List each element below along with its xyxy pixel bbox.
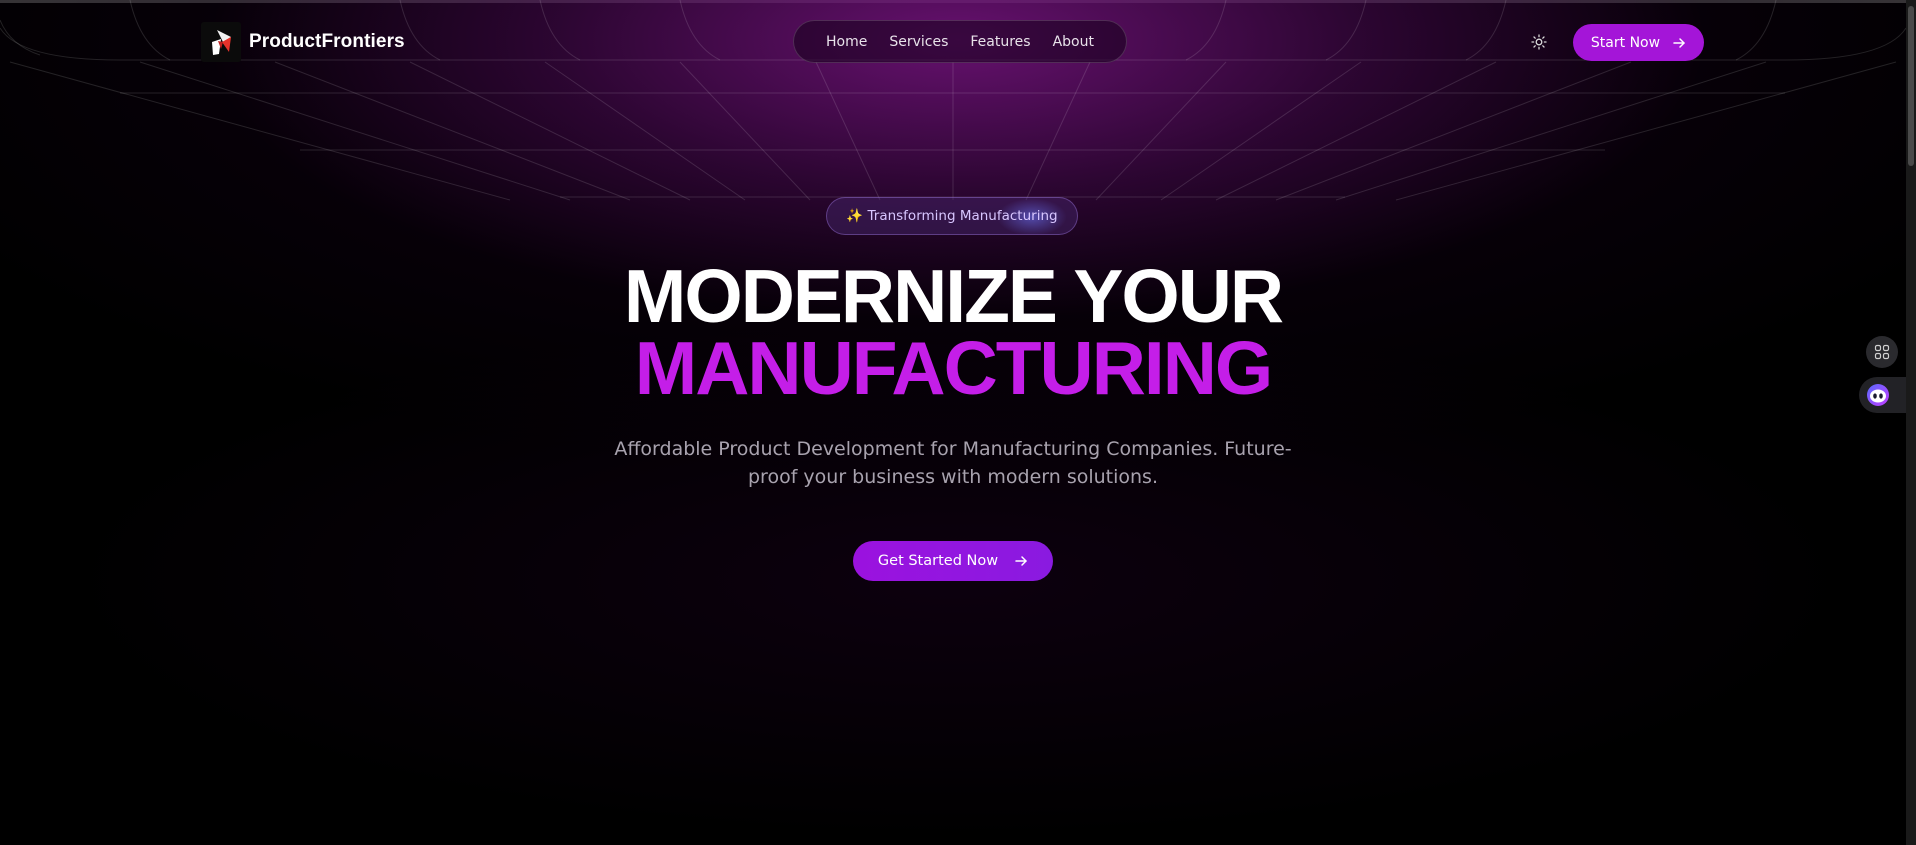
nav-features[interactable]: Features [970,34,1030,50]
sun-icon [1531,34,1547,50]
product-frontiers-logo-icon [201,22,241,62]
brand-logo-link[interactable]: ProductFrontiers [201,22,405,62]
hero-subtitle: Affordable Product Development for Manuf… [614,438,1292,488]
hero-title-line1: MODERNIZE YOUR [623,254,1284,338]
page-scrollbar[interactable] [1906,0,1916,845]
scrollbar-thumb[interactable] [1908,6,1914,166]
hero-title-line2: MANUFACTURING [634,326,1273,410]
nav-home[interactable]: Home [826,34,867,50]
brand-name: ProductFrontiers [249,31,405,52]
arrow-right-icon [1015,556,1027,566]
get-started-button[interactable]: Get Started Now [853,541,1053,581]
badge-text: ✨ Transforming Manufacturing [846,208,1058,224]
assistant-face-icon [1867,384,1889,406]
start-now-label: Start Now [1590,34,1661,51]
nav-services[interactable]: Services [889,34,948,50]
start-now-button[interactable]: Start Now [1573,24,1704,61]
nav-about[interactable]: About [1053,34,1094,50]
side-apps-button[interactable] [1866,336,1898,368]
main-nav: Home Services Features About [793,20,1127,63]
theme-toggle-button[interactable] [1527,30,1551,54]
get-started-label: Get Started Now [877,553,999,569]
hero-badge: ✨ Transforming Manufacturing [826,197,1078,235]
side-assistant-button[interactable] [1859,377,1906,413]
arrow-right-icon [1673,37,1685,48]
apps-grid-icon [1874,344,1890,360]
